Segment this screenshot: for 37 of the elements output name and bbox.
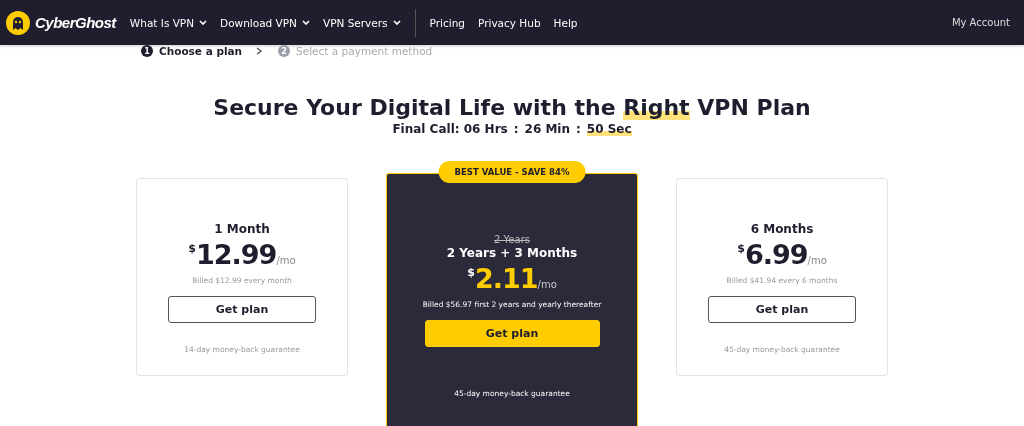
price-unit: /mo [807,255,827,266]
price-unit: /mo [276,255,296,266]
plan-term: 6 Months [750,222,814,236]
caret-icon [392,20,401,25]
brand-name[interactable]: CyberGhost [35,14,116,31]
countdown-text: Final Call: 06 Hrs [392,122,508,136]
currency-sign: $ [467,266,475,279]
plan-term: 1 Month [214,222,270,236]
countdown-text: : [513,122,519,136]
price-unit: /mo [537,279,557,290]
countdown-text: 26 Min [524,122,570,136]
get-plan-button[interactable]: Get plan [168,296,316,323]
chevron-icon [256,47,263,55]
plan-price: 12.99 [196,240,277,270]
caret-icon [199,20,208,25]
my-account-link[interactable]: My Account [951,17,1010,28]
ghost-logo-icon[interactable] [5,9,31,36]
step-number: 1 [141,45,153,57]
nav-link[interactable]: Download VPN [220,16,310,29]
nav-link[interactable]: VPN Servers [322,16,401,29]
plan-price: 2.11 [474,264,538,294]
currency-sign: $ [737,242,745,255]
caret-icon [301,20,310,25]
best-value-badge: BEST VALUE - SAVE 84% [438,161,586,183]
countdown-text: : [576,122,581,136]
plan-price: 6.99 [744,240,808,270]
get-plan-button[interactable]: Get plan [708,296,856,323]
nav-link[interactable]: Pricing [429,16,465,29]
plan-term: 2 Years + 3 Months [446,246,578,260]
currency-sign: $ [188,242,196,255]
old-term: 2 Years [494,234,530,245]
step-label[interactable]: Choose a plan [159,45,243,57]
nav-link[interactable]: Privacy Hub [478,16,541,29]
nav-link[interactable]: Help [553,16,578,29]
nav-link[interactable]: What Is VPN [129,16,208,29]
get-plan-button[interactable]: Get plan [424,320,600,347]
step-number: 2 [278,45,291,57]
